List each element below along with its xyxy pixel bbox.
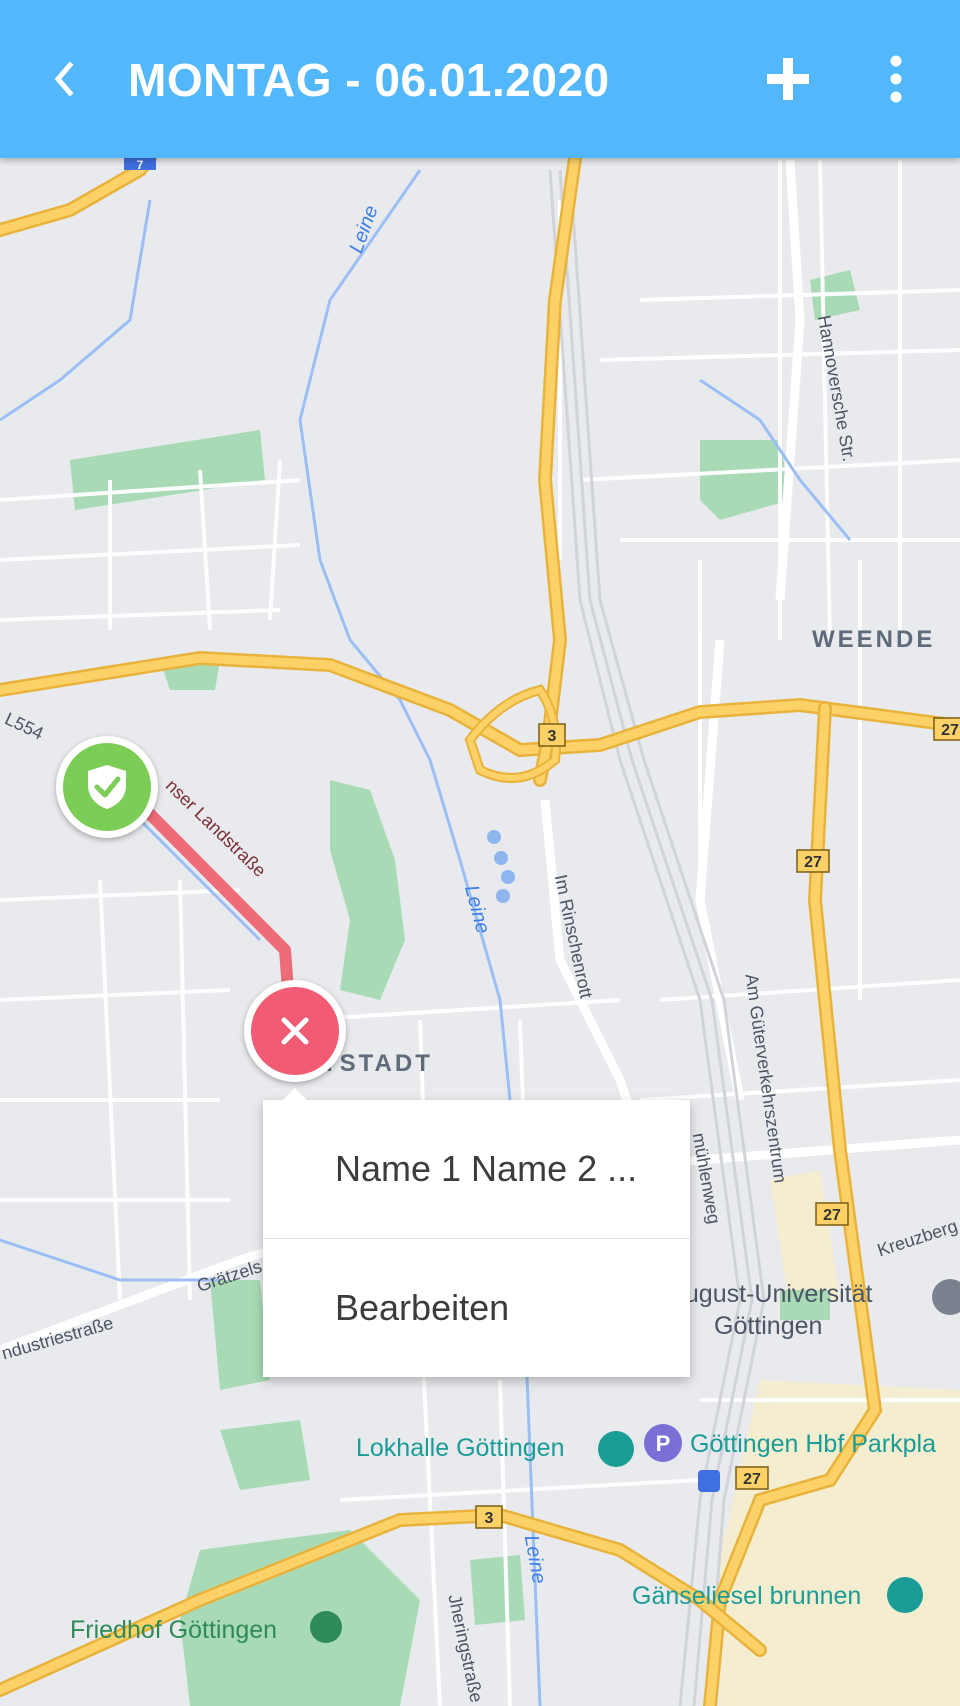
svg-text:27: 27 bbox=[804, 854, 822, 871]
add-button[interactable] bbox=[760, 50, 816, 108]
svg-text:27: 27 bbox=[743, 1471, 761, 1488]
svg-text:27: 27 bbox=[823, 1207, 841, 1224]
lokhalle-label[interactable]: Lokhalle Göttingen bbox=[356, 1434, 564, 1463]
parking-label[interactable]: Göttingen Hbf Parkpla bbox=[690, 1430, 936, 1459]
popup-arrow bbox=[283, 1088, 307, 1100]
close-icon bbox=[281, 1017, 309, 1045]
marker-popup-menu: Name 1 Name 2 ... Bearbeiten bbox=[263, 1088, 690, 1377]
svg-text:27: 27 bbox=[941, 722, 959, 739]
plus-icon bbox=[767, 58, 809, 100]
chevron-left-icon bbox=[54, 61, 74, 97]
svg-text:3: 3 bbox=[485, 1510, 494, 1527]
map-view[interactable]: P 3 3 27 27 27 27 7 WEENDE TSTADT Lokhal… bbox=[0, 158, 960, 1706]
university-label-line2[interactable]: Göttingen bbox=[714, 1312, 822, 1341]
shield-check-icon bbox=[88, 765, 126, 809]
weende-label: WEENDE bbox=[812, 626, 936, 653]
popup-edit-item[interactable]: Bearbeiten bbox=[263, 1239, 690, 1377]
start-marker[interactable] bbox=[56, 736, 158, 838]
popup-name-item[interactable]: Name 1 Name 2 ... bbox=[263, 1100, 690, 1238]
gaenseliesel-label[interactable]: Gänseliesel brunnen bbox=[632, 1582, 861, 1611]
page-title: MONTAG - 06.01.2020 bbox=[128, 54, 610, 106]
friedhof-label[interactable]: Friedhof Göttingen bbox=[70, 1616, 277, 1645]
more-options-button[interactable] bbox=[870, 50, 922, 108]
more-vert-icon bbox=[890, 55, 902, 103]
app-bar: MONTAG - 06.01.2020 bbox=[0, 0, 960, 158]
back-button[interactable] bbox=[40, 50, 90, 108]
end-marker[interactable] bbox=[244, 980, 346, 1082]
svg-text:7: 7 bbox=[137, 158, 144, 172]
svg-text:P: P bbox=[656, 1431, 671, 1456]
svg-text:3: 3 bbox=[548, 728, 557, 745]
